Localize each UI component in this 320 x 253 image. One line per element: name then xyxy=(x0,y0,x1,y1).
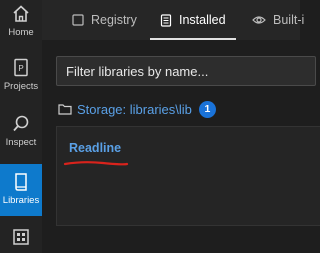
activity-item-boards[interactable] xyxy=(0,228,42,250)
activity-label-home: Home xyxy=(8,27,34,38)
activity-item-libraries[interactable]: Libraries xyxy=(0,164,42,216)
storage-header[interactable]: Storage: libraries\lib 1 xyxy=(58,99,216,119)
activity-item-projects[interactable]: P Projects xyxy=(0,58,42,98)
activity-bar: Home P Projects Inspect Libraries xyxy=(0,0,43,253)
library-list: Readline xyxy=(56,126,320,226)
inspect-icon xyxy=(13,115,29,132)
activity-label-libraries: Libraries xyxy=(2,195,40,206)
tab-installed[interactable]: Installed xyxy=(150,0,236,40)
libraries-panel: Registry Installed Built-i Storage: libr… xyxy=(42,0,320,253)
folder-icon xyxy=(58,104,72,115)
activity-label-inspect: Inspect xyxy=(5,137,37,148)
home-icon xyxy=(13,5,29,22)
filter-box xyxy=(56,56,316,86)
activity-item-home[interactable]: Home xyxy=(0,4,42,44)
tab-installed-label: Installed xyxy=(179,13,226,27)
storage-count-badge: 1 xyxy=(198,100,216,118)
tab-bar: Registry Installed Built-i xyxy=(42,0,304,40)
activity-label-projects: Projects xyxy=(3,81,39,92)
tab-built-in-label: Built-i xyxy=(273,13,305,27)
libraries-icon xyxy=(15,173,27,191)
projects-icon: P xyxy=(14,58,28,77)
tab-registry-label: Registry xyxy=(91,13,137,27)
svg-text:P: P xyxy=(18,64,23,73)
activity-item-inspect[interactable]: Inspect xyxy=(0,114,42,154)
library-item-readline[interactable]: Readline xyxy=(69,141,121,155)
red-underline-annotation xyxy=(63,161,129,166)
tab-built-in[interactable]: Built-i xyxy=(252,0,304,40)
eye-icon xyxy=(252,16,266,24)
tab-registry[interactable]: Registry xyxy=(72,0,137,40)
storage-label: Storage: libraries\lib xyxy=(77,101,192,117)
boards-icon xyxy=(13,229,29,245)
filter-input[interactable] xyxy=(57,57,315,85)
registry-icon xyxy=(72,14,84,26)
installed-icon xyxy=(160,13,172,27)
